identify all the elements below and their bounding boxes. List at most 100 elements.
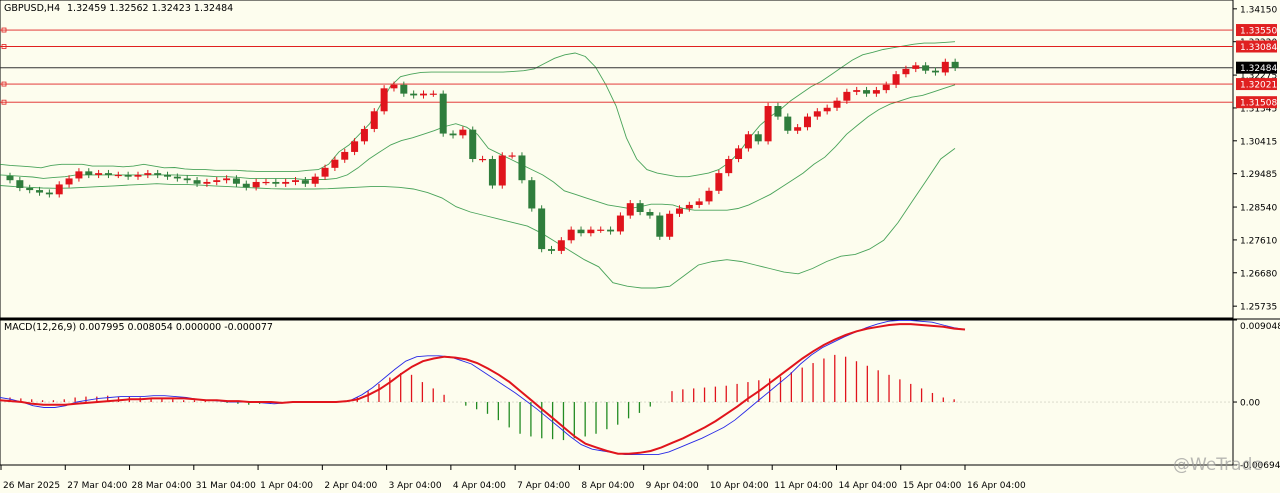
candle-body (833, 100, 841, 108)
candle-body (508, 155, 516, 157)
candle-body (282, 181, 290, 184)
candle-body (154, 173, 162, 175)
candle-body (252, 181, 260, 188)
candle-body (193, 180, 201, 184)
candle-body (16, 180, 24, 188)
candle-body (26, 187, 34, 191)
candle-body (400, 84, 408, 94)
candle-body (311, 176, 319, 184)
candle-body (636, 203, 644, 212)
candle-body (488, 159, 496, 186)
candle-body (656, 215, 664, 237)
candle-body (272, 181, 280, 184)
candle-body (587, 229, 595, 234)
price-tick-label: 1.30415 (1240, 137, 1277, 147)
time-tick-label: 9 Apr 04:00 (646, 481, 699, 491)
candle-body (95, 173, 103, 175)
time-tick-label: 8 Apr 04:00 (581, 481, 634, 491)
candle-body (754, 134, 762, 142)
candle-body (597, 229, 605, 231)
candle-body (45, 192, 53, 195)
candle-body (173, 176, 181, 179)
candle-body (922, 65, 930, 71)
candle-body (360, 128, 368, 142)
candle-body (351, 141, 359, 152)
candle-body (616, 215, 624, 232)
price-tick-label: 1.28540 (1240, 204, 1277, 214)
candle-body (626, 203, 634, 216)
candle-body (380, 88, 388, 112)
candle-body (813, 111, 821, 117)
time-tick-label: 7 Apr 04:00 (517, 481, 570, 491)
candle-body (459, 129, 467, 136)
chart-window: 1.341501.332201.322751.313451.304151.294… (0, 0, 1280, 493)
candle-body (36, 190, 44, 193)
candle-body (439, 93, 447, 134)
candle-body (892, 74, 900, 85)
candle-body (902, 68, 910, 75)
candle-body (784, 116, 792, 131)
macd-tick-label: 0.009048 (1240, 322, 1280, 332)
candle-body (794, 127, 802, 131)
candle-body (735, 148, 743, 159)
watermark: @WeTrade (1173, 455, 1263, 475)
candle-body (705, 190, 713, 202)
candle-body (164, 174, 172, 177)
symbol-header: GBPUSD,H4 (4, 3, 60, 14)
candle-body (242, 183, 250, 188)
candle-body (695, 201, 703, 205)
candle-body (114, 174, 122, 177)
price-tag-label: 1.33084 (1240, 43, 1277, 53)
candle-body (341, 151, 349, 160)
candle-body (666, 213, 674, 237)
candle-body (124, 174, 132, 177)
price-tick-label: 1.25735 (1240, 303, 1277, 313)
candle-body (931, 70, 939, 73)
candle-body (744, 134, 752, 149)
chart-background (0, 0, 1280, 493)
candle-body (321, 167, 329, 177)
candle-body (518, 155, 526, 181)
candle-body (823, 107, 831, 112)
candle-body (764, 106, 772, 142)
candle-body (65, 178, 73, 185)
candle-body (941, 61, 949, 73)
candlestick-chart[interactable]: 1.341501.332201.322751.313451.304151.294… (0, 0, 1280, 493)
candle-body (85, 171, 93, 175)
candle-body (213, 180, 221, 182)
candle-body (469, 129, 477, 159)
candle-body (567, 229, 575, 241)
candle-body (104, 173, 112, 175)
price-tag-label: 1.32484 (1240, 64, 1277, 74)
time-tick-label: 2 Apr 04:00 (324, 481, 377, 491)
time-tick-label: 27 Mar 04:00 (67, 481, 127, 491)
time-tick-label: 1 Apr 04:00 (260, 481, 313, 491)
time-tick-label: 3 Apr 04:00 (389, 481, 442, 491)
candle-body (223, 178, 231, 181)
candle-body (577, 229, 585, 234)
candle-body (715, 173, 723, 191)
candle-body (557, 240, 565, 251)
macd-header: MACD(12,26,9) 0.007995 0.008054 0.000000… (4, 322, 273, 333)
time-tick-label: 4 Apr 04:00 (453, 481, 506, 491)
candle-body (853, 90, 861, 92)
time-tick-label: 11 Apr 04:00 (774, 481, 833, 491)
candle-body (675, 208, 683, 214)
candle-body (55, 184, 63, 195)
time-tick-label: 28 Mar 04:00 (132, 481, 192, 491)
candle-body (882, 84, 890, 91)
price-tick-label: 1.29485 (1240, 170, 1277, 180)
candle-body (646, 212, 654, 216)
price-tag-label: 1.33550 (1240, 27, 1277, 37)
time-tick-label: 15 Apr 04:00 (903, 481, 962, 491)
candle-body (370, 111, 378, 129)
candle-body (607, 229, 615, 232)
candle-body (420, 93, 428, 96)
candle-body (774, 106, 782, 117)
candle-body (262, 181, 270, 184)
candle-body (479, 159, 487, 161)
candle-body (144, 173, 152, 175)
candle-body (75, 171, 83, 179)
candle-body (390, 84, 398, 89)
time-tick-label: 26 Mar 2025 (3, 481, 60, 491)
